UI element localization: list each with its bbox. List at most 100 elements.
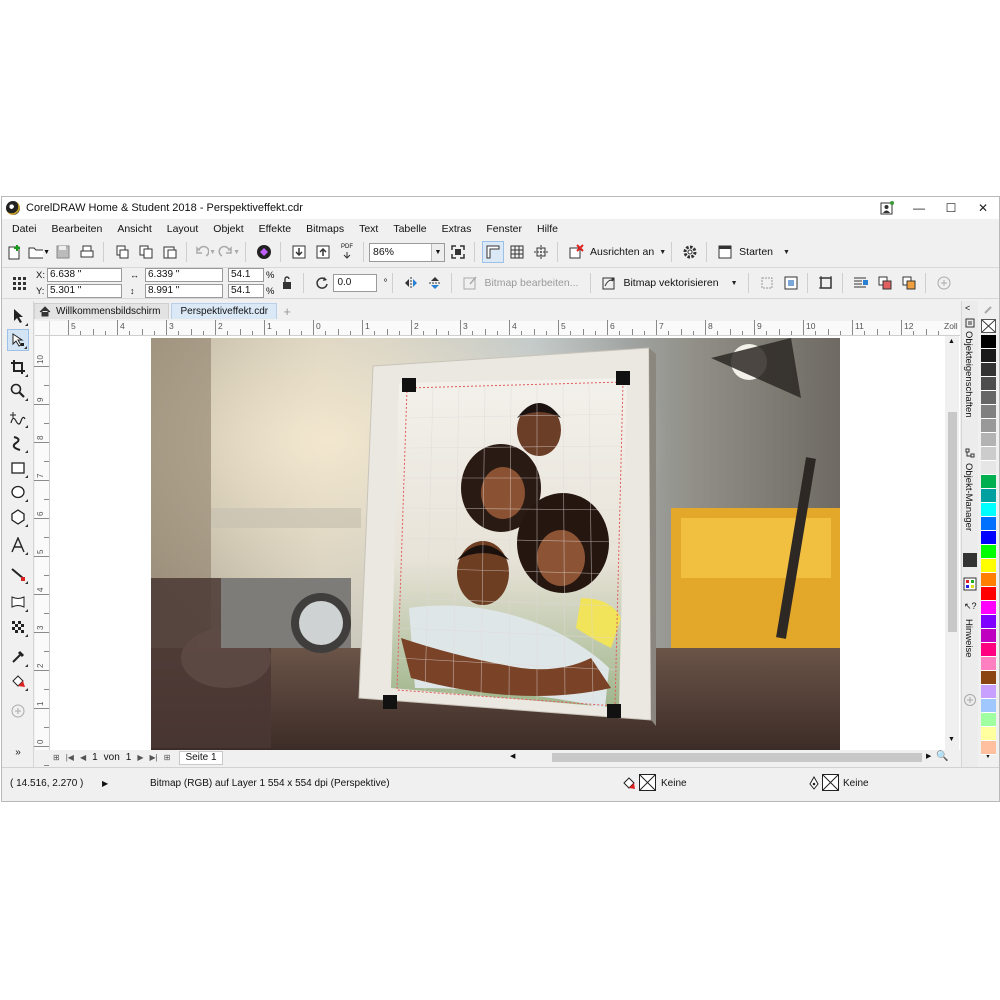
freehand-tool-icon[interactable] bbox=[7, 407, 29, 429]
zoom-navigator-icon[interactable]: 🔍 bbox=[936, 751, 948, 762]
color-swatch[interactable] bbox=[981, 419, 996, 433]
perspective-handle-top-left[interactable] bbox=[402, 378, 416, 392]
page-tab-1[interactable]: Seite 1 bbox=[179, 750, 223, 765]
color-swatch[interactable] bbox=[981, 433, 996, 447]
add-page-icon[interactable]: ⊞ bbox=[53, 753, 60, 762]
trace-bitmap-button[interactable]: Bitmap vektorisieren bbox=[623, 277, 718, 289]
vertical-scroll-thumb[interactable] bbox=[948, 412, 957, 632]
color-swatch[interactable] bbox=[981, 587, 996, 601]
menu-layout[interactable]: Layout bbox=[167, 223, 199, 235]
color-swatch[interactable] bbox=[981, 349, 996, 363]
previous-page-icon[interactable]: ◀ bbox=[80, 753, 86, 762]
menu-text[interactable]: Text bbox=[359, 223, 378, 235]
color-swatch[interactable] bbox=[981, 335, 996, 349]
docker-tab-object-properties[interactable]: Objekteigenschaften bbox=[963, 331, 974, 418]
last-page-icon[interactable]: ▶| bbox=[150, 753, 158, 762]
interactive-fill-icon[interactable] bbox=[7, 670, 29, 692]
menu-bearbeiten[interactable]: Bearbeiten bbox=[52, 223, 103, 235]
chevron-down-icon[interactable]: ▼ bbox=[783, 249, 790, 256]
color-swatch[interactable] bbox=[981, 377, 996, 391]
edit-bitmap-button[interactable]: Bitmap bearbeiten... bbox=[484, 277, 578, 289]
close-button[interactable]: ✕ bbox=[967, 197, 999, 219]
full-screen-icon[interactable] bbox=[447, 241, 469, 263]
tab-perspektiveffekt[interactable]: Perspektiveffekt.cdr bbox=[171, 303, 278, 319]
color-swatch[interactable] bbox=[981, 657, 996, 671]
perspective-handle-bottom-left[interactable] bbox=[383, 695, 397, 709]
menu-hilfe[interactable]: Hilfe bbox=[537, 223, 558, 235]
polygon-tool-icon[interactable] bbox=[7, 506, 29, 528]
docker-tab-object-manager[interactable]: Objekt-Manager bbox=[963, 463, 974, 531]
launch-label[interactable]: Starten bbox=[739, 246, 773, 258]
scroll-down-icon[interactable]: ▼ bbox=[948, 736, 955, 743]
snap-to-label[interactable]: Ausrichten an bbox=[590, 246, 654, 258]
perspective-handle-top-right[interactable] bbox=[616, 371, 630, 385]
show-grid-icon[interactable] bbox=[506, 241, 528, 263]
shape-tool-icon[interactable] bbox=[7, 329, 29, 351]
zoom-level-select[interactable]: 86% ▼ bbox=[369, 242, 445, 262]
open-folder-icon[interactable]: ▼ bbox=[28, 241, 50, 263]
horizontal-scroll-thumb[interactable] bbox=[552, 753, 922, 762]
minimize-button[interactable]: — bbox=[903, 197, 935, 219]
show-guidelines-icon[interactable] bbox=[530, 241, 552, 263]
add-docker-icon[interactable] bbox=[963, 693, 977, 710]
menu-ansicht[interactable]: Ansicht bbox=[117, 223, 151, 235]
next-page-icon[interactable]: ▶ bbox=[137, 753, 143, 762]
menu-datei[interactable]: Datei bbox=[12, 223, 37, 235]
account-icon[interactable] bbox=[871, 197, 903, 219]
show-rulers-icon[interactable] bbox=[482, 241, 504, 263]
scroll-right-icon[interactable]: ▶ bbox=[926, 752, 931, 760]
color-swatch[interactable] bbox=[981, 517, 996, 531]
bitmap-transparency-icon[interactable] bbox=[898, 272, 920, 294]
publish-pdf-icon[interactable]: PDF bbox=[336, 241, 358, 263]
color-swatch[interactable] bbox=[981, 685, 996, 699]
menu-extras[interactable]: Extras bbox=[442, 223, 472, 235]
color-swatch[interactable] bbox=[981, 489, 996, 503]
scroll-left-icon[interactable]: ◀ bbox=[510, 752, 515, 760]
perspective-handle-bottom-right[interactable] bbox=[607, 704, 621, 718]
import-icon[interactable] bbox=[288, 241, 310, 263]
bitmap-color-mask-icon[interactable] bbox=[874, 272, 896, 294]
print-icon[interactable] bbox=[76, 241, 98, 263]
first-page-icon[interactable]: |◀ bbox=[66, 753, 74, 762]
color-swatch[interactable] bbox=[981, 461, 996, 475]
chevron-down-icon[interactable]: ▼ bbox=[659, 249, 666, 256]
vertical-ruler[interactable]: 10 9 8 7 6 5 4 3 2 1 0 bbox=[34, 336, 50, 766]
wrap-text-icon[interactable] bbox=[850, 272, 872, 294]
height-input[interactable]: 8.991 " bbox=[145, 284, 223, 298]
lock-ratio-icon[interactable] bbox=[276, 272, 298, 294]
chevron-down-icon[interactable]: ▼ bbox=[731, 280, 738, 287]
search-content-icon[interactable] bbox=[253, 241, 275, 263]
menu-tabelle[interactable]: Tabelle bbox=[393, 223, 426, 235]
horizontal-ruler[interactable]: 5 4 3 2 1 0 1 2 3 4 5 6 7 8 9 10 11 12 Zoll bbox=[50, 320, 960, 336]
y-position-input[interactable]: 5.301 " bbox=[47, 284, 122, 298]
crop-bitmap-icon[interactable] bbox=[756, 272, 778, 294]
toolbox-more-icon[interactable]: » bbox=[7, 741, 29, 763]
menu-objekt[interactable]: Objekt bbox=[213, 223, 243, 235]
text-tool-icon[interactable] bbox=[7, 534, 29, 556]
color-swatch[interactable] bbox=[981, 405, 996, 419]
connector-tool-icon[interactable] bbox=[7, 563, 29, 585]
color-docker-icon[interactable] bbox=[963, 553, 977, 567]
crop-tool-icon[interactable] bbox=[7, 356, 29, 378]
object-origin-icon[interactable] bbox=[8, 272, 30, 294]
undo-icon[interactable]: ▼ bbox=[194, 241, 216, 263]
color-swatch[interactable] bbox=[981, 727, 996, 741]
menu-effekte[interactable]: Effekte bbox=[259, 223, 292, 235]
color-swatch[interactable] bbox=[981, 713, 996, 727]
scale-x-input[interactable]: 54.1 bbox=[228, 268, 264, 282]
status-expand-icon[interactable]: ▶ bbox=[102, 779, 108, 788]
add-tool-icon[interactable] bbox=[7, 700, 29, 722]
envelope-tool-icon[interactable] bbox=[7, 591, 29, 613]
menu-bitmaps[interactable]: Bitmaps bbox=[306, 223, 344, 235]
color-swatch[interactable] bbox=[981, 545, 996, 559]
color-swatch[interactable] bbox=[981, 391, 996, 405]
color-swatch[interactable] bbox=[981, 447, 996, 461]
paste-icon[interactable] bbox=[159, 241, 181, 263]
transparency-tool-icon[interactable] bbox=[7, 616, 29, 638]
color-styles-icon[interactable] bbox=[963, 577, 977, 594]
docker-expand-icon[interactable]: < bbox=[965, 303, 970, 313]
add-page-after-icon[interactable]: ⊞ bbox=[164, 753, 171, 762]
scroll-up-icon[interactable]: ▲ bbox=[948, 338, 955, 345]
vertical-scrollbar[interactable]: ▲ ▼ bbox=[945, 336, 959, 750]
eyedropper-tool-icon[interactable] bbox=[7, 646, 29, 668]
